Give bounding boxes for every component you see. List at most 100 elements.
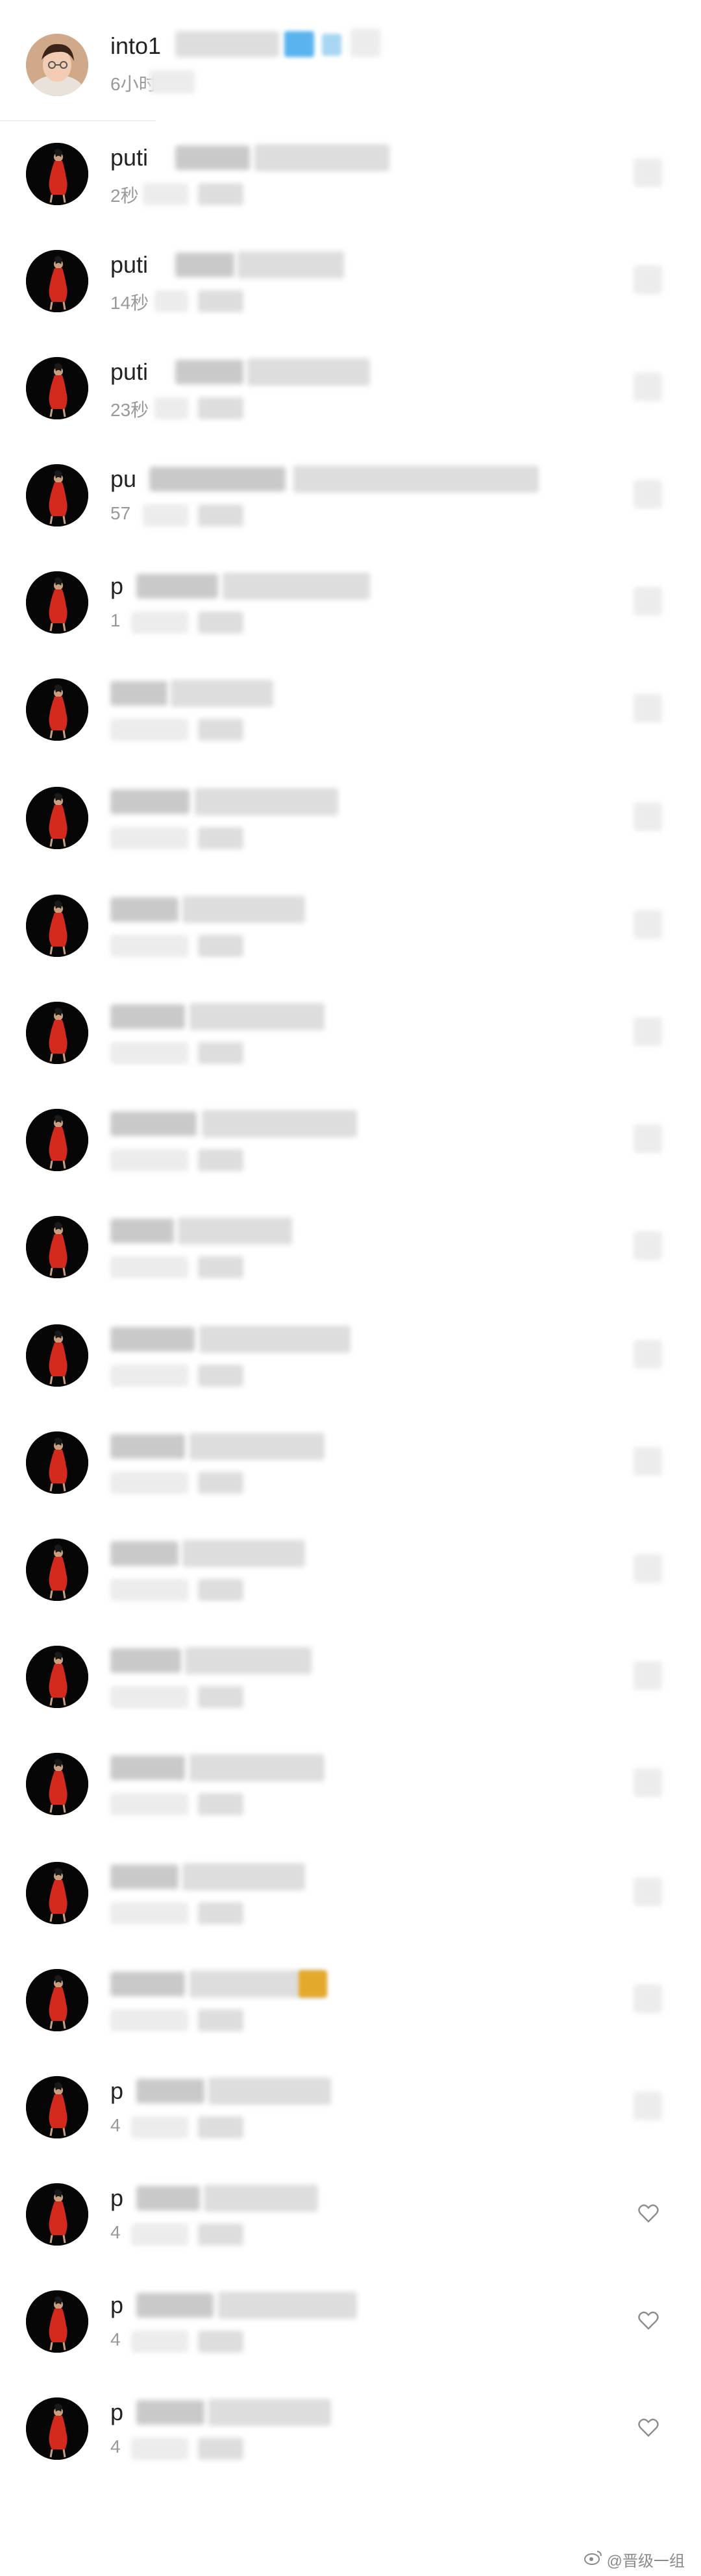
commenter-avatar[interactable] xyxy=(26,1753,88,1815)
mosaic-block xyxy=(110,827,188,849)
like-button-obscured[interactable] xyxy=(633,1447,662,1476)
comment-row xyxy=(0,1216,701,1324)
commenter-avatar[interactable] xyxy=(26,2183,88,2246)
mosaic-block xyxy=(143,183,188,205)
commenter-avatar[interactable] xyxy=(26,2076,88,2138)
commenter-avatar[interactable] xyxy=(26,1216,88,1278)
commenter-name[interactable]: p xyxy=(110,2185,123,2212)
commenter-avatar[interactable] xyxy=(26,571,88,634)
comment-row xyxy=(0,1969,701,2077)
mosaic-block xyxy=(198,2223,243,2246)
like-button-obscured[interactable] xyxy=(633,587,662,615)
mosaic-block xyxy=(633,1554,662,1583)
mosaic-block xyxy=(110,1793,188,1815)
heart-icon[interactable] xyxy=(637,2203,659,2225)
comment-time: 4 xyxy=(110,2115,121,2135)
like-button-obscured[interactable] xyxy=(633,1340,662,1368)
like-button-obscured[interactable] xyxy=(633,1017,662,1046)
comment-time: 4 xyxy=(110,2436,121,2457)
mosaic-block xyxy=(149,70,195,93)
like-button-obscured[interactable] xyxy=(633,1554,662,1583)
mosaic-block xyxy=(110,1256,188,1278)
comment-row xyxy=(0,787,701,895)
commenter-avatar[interactable] xyxy=(26,1969,88,2031)
mosaic-block xyxy=(195,788,338,815)
mosaic-block xyxy=(238,251,344,279)
commenter-name[interactable]: p xyxy=(110,2292,123,2319)
like-button-obscured[interactable] xyxy=(633,480,662,508)
mosaic-block xyxy=(198,827,243,849)
commenter-avatar[interactable] xyxy=(26,1431,88,1494)
comment-time: 23秒 xyxy=(110,400,149,420)
author-username[interactable]: into1 xyxy=(110,32,161,60)
mosaic-block xyxy=(198,504,243,526)
commenter-avatar[interactable] xyxy=(26,678,88,741)
commenter-avatar[interactable] xyxy=(26,143,88,205)
commenter-avatar[interactable] xyxy=(26,1646,88,1708)
like-button-obscured[interactable] xyxy=(633,2092,662,2120)
like-button-obscured[interactable] xyxy=(633,1124,662,1153)
comment-row xyxy=(0,1646,701,1753)
mosaic-block xyxy=(198,2331,243,2353)
mosaic-block xyxy=(190,1003,325,1030)
commenter-avatar[interactable] xyxy=(26,2290,88,2353)
mosaic-block xyxy=(110,1472,188,1494)
mosaic-block xyxy=(633,910,662,939)
mosaic-block xyxy=(182,1863,305,1890)
like-button-obscured[interactable] xyxy=(633,1661,662,1690)
heart-icon[interactable] xyxy=(637,2310,659,2332)
commenter-avatar[interactable] xyxy=(26,1324,88,1387)
author-avatar[interactable] xyxy=(26,34,88,96)
mosaic-block xyxy=(198,2116,243,2138)
mosaic-block xyxy=(198,397,243,419)
like-button-obscured[interactable] xyxy=(633,1768,662,1797)
commenter-name[interactable]: puti xyxy=(110,358,148,386)
commenter-name[interactable]: pu xyxy=(110,465,136,493)
like-button-obscured[interactable] xyxy=(633,1232,662,1260)
commenter-avatar[interactable] xyxy=(26,1002,88,1064)
mosaic-block xyxy=(110,2009,188,2031)
like-button-obscured[interactable] xyxy=(633,1877,662,1906)
commenter-avatar[interactable] xyxy=(26,787,88,849)
mosaic-block xyxy=(633,266,662,294)
mosaic-block xyxy=(198,1042,243,1064)
mosaic-block xyxy=(202,1110,357,1137)
like-button-obscured[interactable] xyxy=(633,802,662,831)
commenter-name[interactable]: p xyxy=(110,573,123,600)
mosaic-block xyxy=(131,2438,188,2460)
mosaic-block xyxy=(175,145,250,170)
like-button-obscured[interactable] xyxy=(633,158,662,187)
mosaic-block xyxy=(198,1579,243,1601)
mosaic-block xyxy=(110,1149,188,1171)
commenter-avatar[interactable] xyxy=(26,2397,88,2460)
mosaic-block xyxy=(198,1256,243,1278)
commenter-avatar[interactable] xyxy=(26,1539,88,1601)
commenter-avatar[interactable] xyxy=(26,895,88,957)
commenter-avatar[interactable] xyxy=(26,357,88,419)
commenter-name[interactable]: puti xyxy=(110,251,148,279)
weibo-icon xyxy=(584,2551,607,2569)
mosaic-block xyxy=(175,31,279,57)
like-button-obscured[interactable] xyxy=(633,266,662,294)
commenter-avatar[interactable] xyxy=(26,1109,88,1171)
commenter-name[interactable]: p xyxy=(110,2399,123,2426)
commenter-name[interactable]: puti xyxy=(110,144,148,171)
mosaic-block xyxy=(136,2186,200,2211)
mosaic-block xyxy=(154,290,188,312)
comment-time: 4 xyxy=(110,2329,121,2349)
commenter-avatar[interactable] xyxy=(26,464,88,526)
mosaic-block xyxy=(198,935,243,957)
mosaic-block xyxy=(143,504,188,526)
author-avatar-image xyxy=(26,34,88,96)
mosaic-block xyxy=(110,1864,178,1889)
mosaic-block xyxy=(175,253,234,277)
like-button-obscured[interactable] xyxy=(633,694,662,723)
commenter-name[interactable]: p xyxy=(110,2077,123,2105)
heart-icon[interactable] xyxy=(637,2417,659,2439)
like-button-obscured[interactable] xyxy=(633,1985,662,2013)
commenter-avatar[interactable] xyxy=(26,250,88,312)
commenter-avatar[interactable] xyxy=(26,1862,88,1924)
like-button-obscured[interactable] xyxy=(633,373,662,401)
like-button-obscured[interactable] xyxy=(633,910,662,939)
mosaic-block xyxy=(633,1661,662,1690)
